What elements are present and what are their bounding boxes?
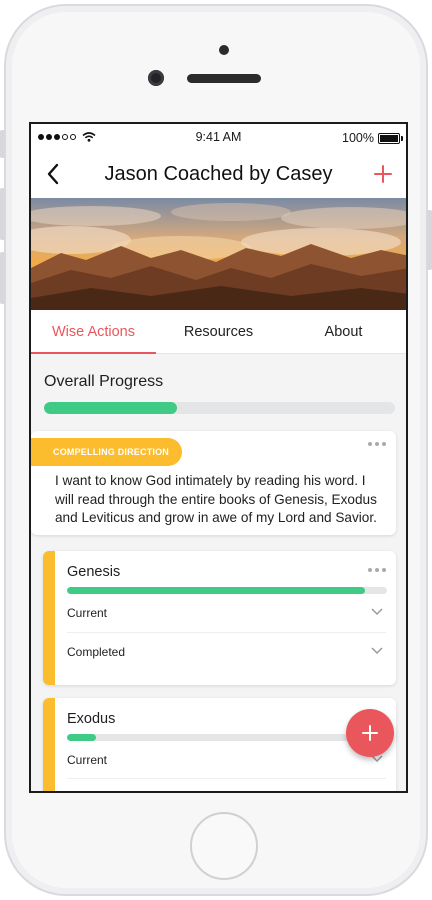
- card-accent-stripe: [43, 698, 55, 791]
- book-title: Genesis: [67, 564, 121, 580]
- book-card-genesis: Genesis Current Completed: [43, 551, 396, 685]
- page-title: Jason Coached by Casey: [104, 162, 333, 185]
- nav-bar: Jason Coached by Casey: [31, 150, 406, 198]
- plus-icon: [362, 725, 378, 741]
- card-accent-stripe: [43, 551, 55, 685]
- book-card-exodus: Exodus Current: [43, 698, 396, 791]
- mute-switch: [0, 130, 5, 158]
- status-bar: 9:41 AM 100%: [31, 124, 406, 150]
- tab-wise-actions[interactable]: Wise Actions: [31, 310, 156, 354]
- list-item-completed[interactable]: Completed: [67, 632, 386, 670]
- overall-progress-fill: [44, 402, 178, 414]
- row-label: Current: [67, 606, 108, 620]
- tab-bar: Wise Actions Resources About: [31, 310, 406, 354]
- book-progress-fill: [67, 587, 365, 594]
- plus-icon[interactable]: [370, 160, 396, 188]
- battery-status: 100%: [342, 131, 403, 145]
- list-item-current[interactable]: Current: [67, 594, 386, 632]
- tab-about[interactable]: About: [281, 310, 406, 353]
- home-button[interactable]: [190, 812, 258, 880]
- add-action-button[interactable]: [346, 709, 394, 757]
- compelling-direction-text: I want to know God intimately by reading…: [55, 473, 377, 525]
- book-progress-bar: [67, 734, 387, 741]
- compelling-direction-card: COMPELLING DIRECTION I want to know God …: [31, 431, 396, 535]
- volume-down-button: [0, 252, 5, 304]
- hero-mountain-image: [31, 198, 406, 310]
- row-label: Current: [67, 753, 108, 767]
- overall-progress-label: Overall Progress: [44, 373, 164, 390]
- more-options-icon[interactable]: [368, 568, 386, 572]
- chevron-left-icon[interactable]: [43, 160, 63, 188]
- row-label: Completed: [67, 645, 126, 659]
- chevron-down-icon: [371, 608, 383, 616]
- list-item-current[interactable]: Current: [67, 741, 386, 779]
- overall-progress-bar: [44, 402, 395, 414]
- app-screen: 9:41 AM 100% Jason Coached by Casey Wise…: [29, 122, 408, 793]
- power-button: [427, 210, 432, 270]
- compelling-direction-tag: COMPELLING DIRECTION: [31, 438, 182, 466]
- earpiece-speaker: [187, 74, 261, 83]
- front-camera: [148, 70, 164, 86]
- proximity-sensor: [219, 45, 229, 55]
- book-progress-bar: [67, 587, 387, 594]
- chevron-down-icon: [371, 647, 383, 655]
- book-progress-fill: [67, 734, 96, 741]
- battery-icon: [378, 132, 403, 144]
- volume-up-button: [0, 188, 5, 240]
- book-title: Exodus: [67, 711, 116, 727]
- more-options-icon[interactable]: [368, 442, 386, 446]
- battery-percent: 100%: [342, 131, 374, 145]
- tab-resources[interactable]: Resources: [156, 310, 281, 353]
